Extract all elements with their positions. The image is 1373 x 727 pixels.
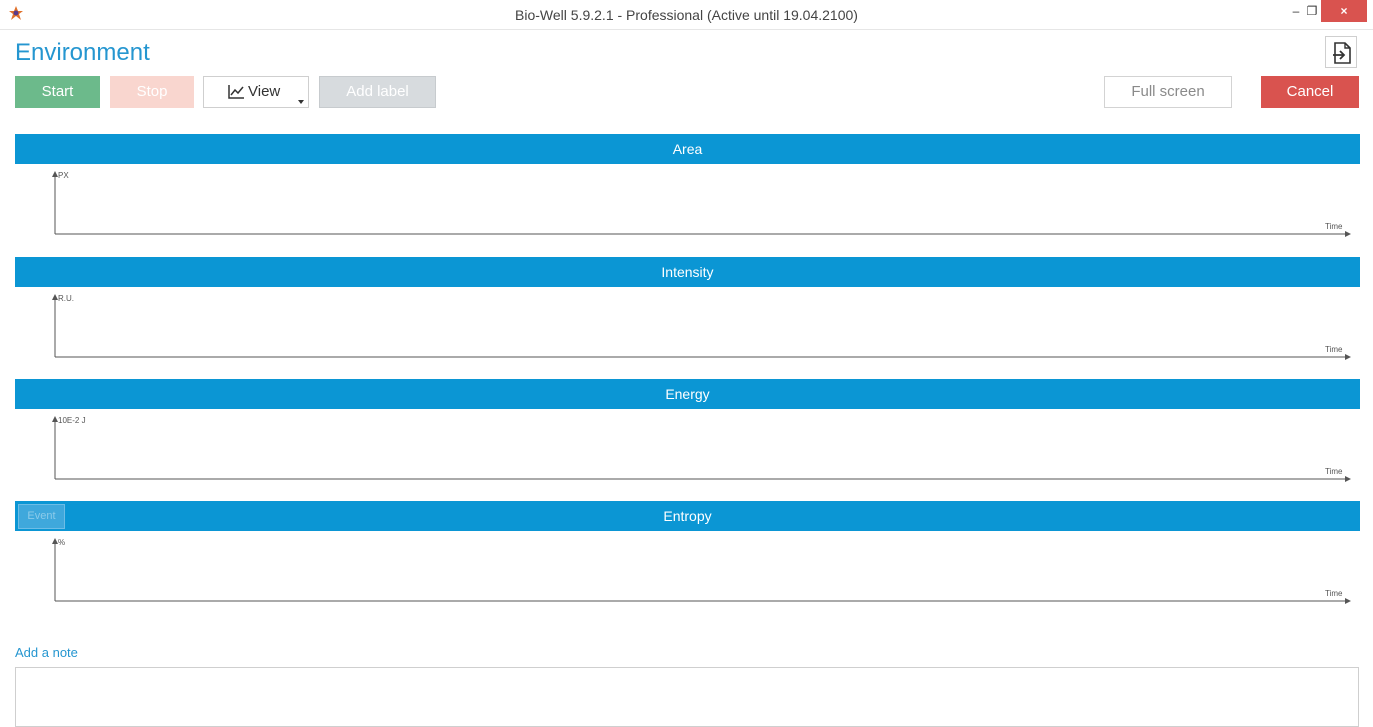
- event-button[interactable]: Event: [18, 504, 65, 529]
- chart-header-area: Area: [15, 134, 1360, 164]
- x-axis-arrow-icon: [1345, 354, 1351, 360]
- plot-entropy: % Time: [52, 538, 1351, 604]
- y-unit-label: 10E-2 J: [58, 416, 86, 425]
- close-button[interactable]: ×: [1321, 0, 1367, 22]
- exit-icon: [1333, 42, 1351, 64]
- full-screen-button[interactable]: Full screen: [1104, 76, 1232, 108]
- caret-down-icon: [298, 100, 304, 104]
- page-title: Environment: [15, 39, 150, 66]
- x-unit-label: Time: [1325, 222, 1343, 231]
- exit-button[interactable]: [1325, 36, 1357, 68]
- start-button[interactable]: Start: [15, 76, 100, 108]
- x-unit-label: Time: [1325, 345, 1343, 354]
- x-axis-arrow-icon: [1345, 476, 1351, 482]
- chart-header-entropy: Entropy: [15, 501, 1360, 531]
- view-label: View: [248, 83, 281, 100]
- view-dropdown-button[interactable]: View: [203, 76, 309, 108]
- x-axis-arrow-icon: [1345, 598, 1351, 604]
- y-unit-label: R.U.: [58, 294, 74, 303]
- x-unit-label: Time: [1325, 467, 1343, 476]
- plot-area: PX Time: [52, 171, 1351, 237]
- chart-header-energy: Energy: [15, 379, 1360, 409]
- cancel-button[interactable]: Cancel: [1261, 76, 1359, 108]
- add-label-button[interactable]: Add label: [319, 76, 436, 108]
- add-note-link[interactable]: Add a note: [15, 645, 78, 660]
- note-textarea[interactable]: [15, 667, 1359, 727]
- x-axis-arrow-icon: [1345, 231, 1351, 237]
- plot-intensity: R.U. Time: [52, 294, 1351, 360]
- chart-energy: Energy 10E-2 J Time: [15, 379, 1360, 502]
- chart-header-intensity: Intensity: [15, 257, 1360, 287]
- chart-intensity: Intensity R.U. Time: [15, 257, 1360, 380]
- chart-entropy: Entropy Event % Time: [15, 501, 1360, 624]
- y-unit-label: PX: [58, 171, 69, 180]
- stop-button[interactable]: Stop: [110, 76, 194, 108]
- window-title: Bio-Well 5.9.2.1 - Professional (Active …: [515, 7, 858, 23]
- x-unit-label: Time: [1325, 589, 1343, 598]
- plot-energy: 10E-2 J Time: [52, 416, 1351, 482]
- y-unit-label: %: [58, 538, 65, 547]
- title-bar: Bio-Well 5.9.2.1 - Professional (Active …: [0, 0, 1373, 30]
- line-chart-icon: [228, 85, 244, 99]
- chart-area: Area PX Time: [15, 134, 1360, 257]
